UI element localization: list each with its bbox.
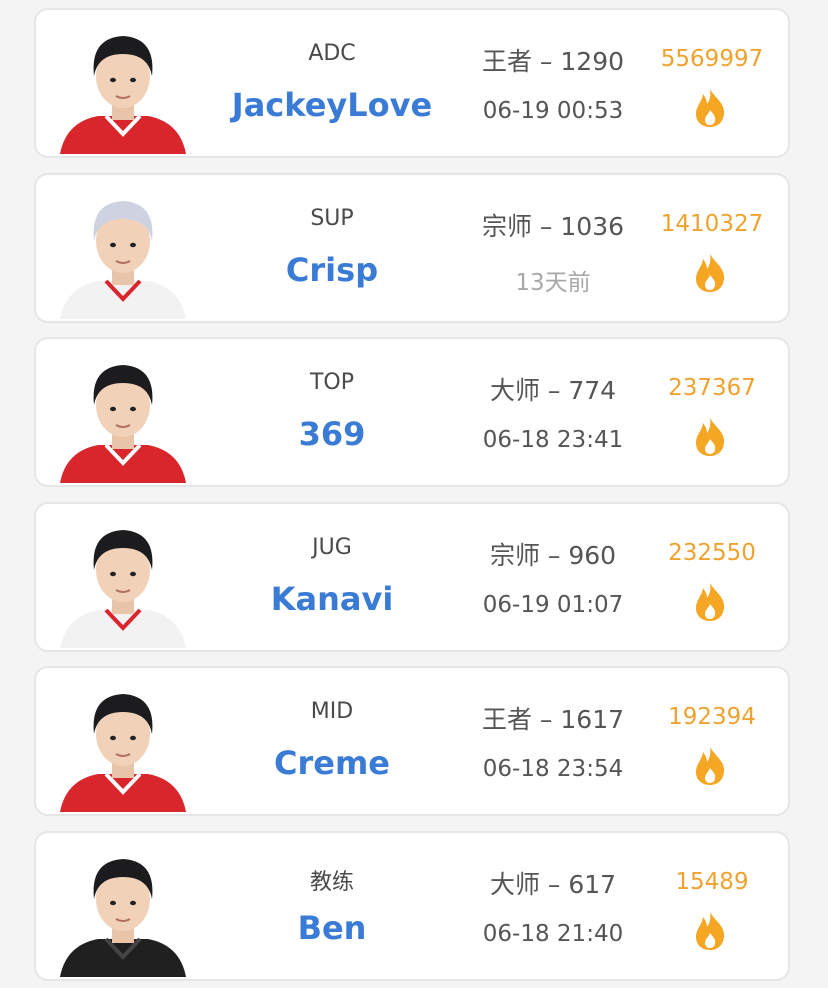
player-role: JUG xyxy=(312,534,352,560)
player-name[interactable]: Creme xyxy=(212,744,452,782)
player-name[interactable]: Kanavi xyxy=(212,580,452,618)
fire-icon xyxy=(693,88,727,128)
heat-count: 1410327 xyxy=(660,210,764,237)
fire-icon xyxy=(693,417,727,457)
player-name[interactable]: 369 xyxy=(212,415,452,453)
player-name[interactable]: Crisp xyxy=(212,251,452,289)
last-active-time: 06-18 23:41 xyxy=(482,427,624,453)
player-role: 教练 xyxy=(309,869,354,895)
player-rank: 大师 – 774 xyxy=(489,376,617,405)
player-name[interactable]: JackeyLove xyxy=(212,86,452,124)
last-active-time: 06-19 00:53 xyxy=(482,98,624,124)
player-card[interactable]: SUP Crisp 宗师 – 1036 13天前 1410327 xyxy=(34,172,790,323)
player-rank: 宗师 – 960 xyxy=(489,540,617,570)
fire-icon xyxy=(693,582,727,622)
player-list: ADC JackeyLove 王者 – 1290 06-19 00:53 556… xyxy=(0,0,828,988)
player-avatar xyxy=(58,347,188,483)
player-rank: 王者 – 1290 xyxy=(481,47,625,76)
player-avatar xyxy=(58,841,188,977)
last-active-time: 06-18 23:54 xyxy=(482,756,624,782)
player-avatar xyxy=(58,183,188,319)
player-role: SUP xyxy=(310,205,354,231)
heat-count: 5569997 xyxy=(660,46,764,72)
player-name[interactable]: Ben xyxy=(212,909,452,947)
player-rank: 大师 – 617 xyxy=(489,869,617,899)
last-active-time: 13天前 xyxy=(515,269,591,296)
last-active-time: 06-18 21:40 xyxy=(482,920,624,947)
player-role: MID xyxy=(310,699,354,724)
fire-icon xyxy=(693,253,727,293)
heat-count: 237367 xyxy=(668,375,756,401)
player-rank: 宗师 – 1036 xyxy=(481,211,625,241)
player-avatar xyxy=(58,18,188,154)
player-card[interactable]: JUG Kanavi 宗师 – 960 06-19 01:07 232550 xyxy=(34,501,790,652)
player-avatar xyxy=(58,512,188,648)
player-card[interactable]: MID Creme 王者 – 1617 06-18 23:54 192394 xyxy=(34,666,790,816)
player-card[interactable]: 教练 Ben 大师 – 617 06-18 21:40 15489 xyxy=(34,830,790,981)
last-active-time: 06-19 01:07 xyxy=(482,591,624,618)
heat-count: 232550 xyxy=(668,539,756,566)
player-card[interactable]: TOP 369 大师 – 774 06-18 23:41 237367 xyxy=(34,337,790,487)
fire-icon xyxy=(693,911,727,951)
heat-count: 192394 xyxy=(668,704,756,730)
player-rank: 王者 – 1617 xyxy=(481,705,625,734)
player-card[interactable]: ADC JackeyLove 王者 – 1290 06-19 00:53 556… xyxy=(34,8,790,158)
player-avatar xyxy=(58,676,188,812)
player-role: ADC xyxy=(308,41,356,66)
fire-icon xyxy=(693,746,727,786)
player-role: TOP xyxy=(309,370,355,395)
heat-count: 15489 xyxy=(675,868,749,895)
